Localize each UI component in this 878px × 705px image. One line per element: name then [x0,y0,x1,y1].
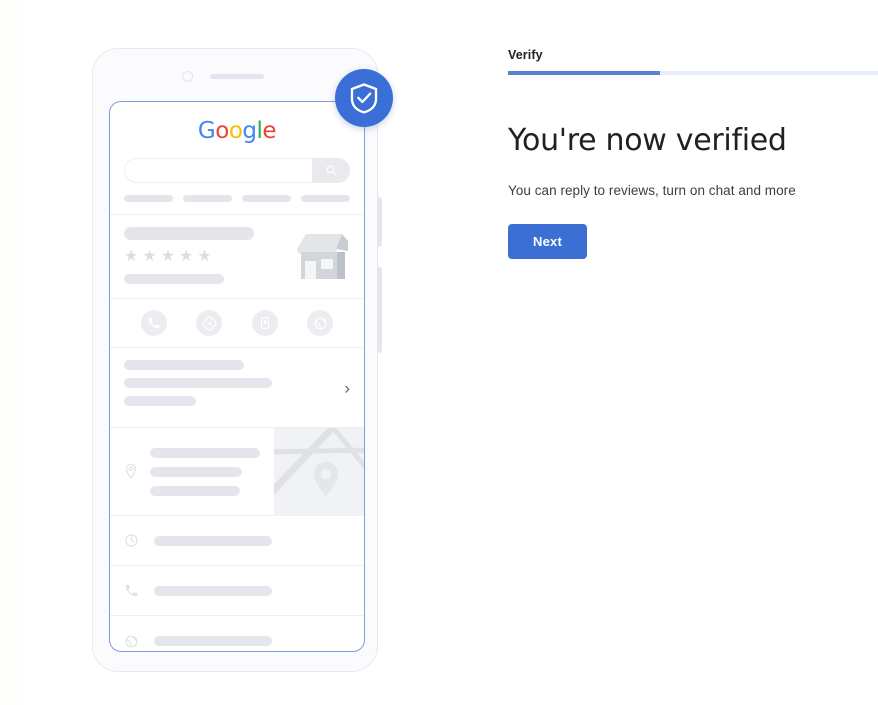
website-row[interactable] [110,616,364,651]
filter-chip[interactable] [124,195,173,202]
phone-illustration: Google ★ ★ ★ ★ ★ › [92,48,393,672]
address-row[interactable] [110,428,364,516]
hours-placeholder [154,535,272,546]
phone-screen: Google ★ ★ ★ ★ ★ › [109,101,365,652]
shield-check-icon [350,83,378,114]
call-button[interactable] [140,310,167,336]
phone-icon [148,317,160,329]
location-pin-icon [124,463,138,484]
website-button[interactable] [307,310,334,336]
star-icon: ★ [160,248,176,265]
filter-chip[interactable] [183,195,232,202]
star-icon: ★ [197,248,212,265]
logo-letter-g2: g [242,118,257,144]
page-subtitle: You can reply to reviews, turn on chat a… [508,183,796,198]
filter-chip[interactable] [242,195,291,202]
earpiece-speaker-icon [210,74,264,79]
detail-block[interactable]: › [110,348,364,428]
google-logo: Google [110,102,364,148]
logo-letter-e: e [262,118,277,144]
power-button[interactable] [377,197,382,247]
search-section: Google [110,102,364,215]
progress-bar [508,71,878,75]
bookmark-icon [260,317,269,329]
star-icon: ★ [142,248,157,265]
logo-letter-g1: G [197,118,216,144]
globe-icon [124,634,146,649]
star-icon: ★ [124,248,139,265]
directions-icon [202,315,217,331]
chevron-right-icon[interactable]: › [344,379,350,396]
front-camera-icon [182,71,193,82]
business-card[interactable]: ★ ★ ★ ★ ★ [110,215,364,299]
address-line [150,467,242,477]
hours-row[interactable] [110,516,364,566]
detail-line [124,378,272,388]
verification-panel: Verify You're now verified You can reply… [508,48,878,259]
filter-chip[interactable] [301,195,350,202]
filter-chips [110,183,364,214]
action-buttons-row [110,299,364,348]
progress-bar-fill [508,71,660,75]
phone-body: Google ★ ★ ★ ★ ★ › [92,48,382,672]
business-name-placeholder [124,227,254,240]
search-icon [325,165,336,176]
clock-icon [124,533,146,548]
logo-letter-o2: o [228,118,243,144]
verified-badge [335,69,393,127]
page-title: You're now verified [508,123,787,158]
detail-line [124,360,244,370]
phone-handset-icon [124,583,146,598]
address-line [150,486,240,496]
next-button[interactable]: Next [508,224,587,259]
star-icon: ★ [179,248,194,265]
website-placeholder [154,636,272,646]
left-edge-strip [0,0,22,705]
phone-row[interactable] [110,566,364,616]
volume-button[interactable] [377,267,382,353]
search-input[interactable] [124,158,350,183]
detail-line [124,396,196,406]
map-thumbnail[interactable] [274,428,364,516]
step-label: Verify [508,48,543,62]
logo-letter-o1: o [215,118,229,144]
phone-placeholder [154,585,272,596]
page-root: Google ★ ★ ★ ★ ★ › Verify You're now ver… [0,0,878,705]
save-button[interactable] [251,310,278,336]
globe-icon [314,317,327,329]
search-button[interactable] [312,158,350,183]
storefront-icon [292,229,350,286]
address-line [150,448,260,458]
business-category-placeholder [124,274,224,284]
directions-button[interactable] [196,310,223,336]
address-lines [150,448,260,505]
